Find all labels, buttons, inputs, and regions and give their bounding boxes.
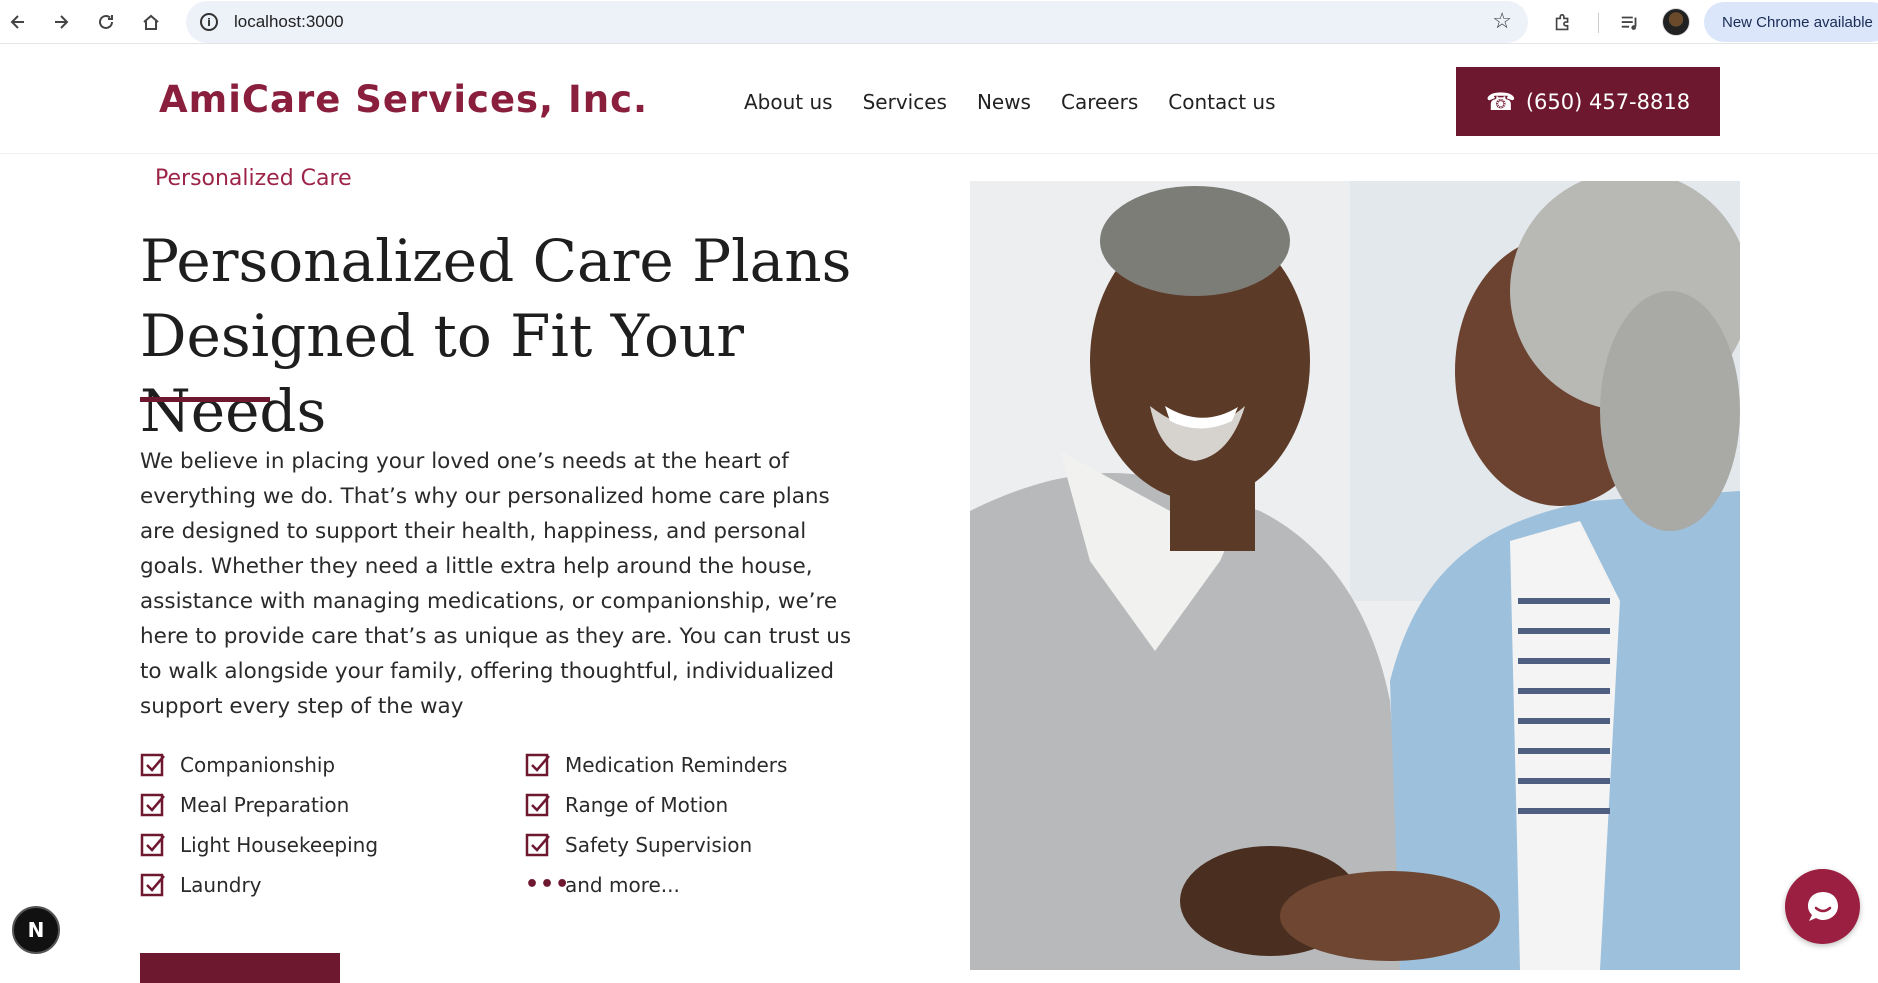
checkbox-icon (525, 833, 550, 857)
chat-icon (1807, 891, 1838, 921)
phone-label: (650) 457-8818 (1525, 89, 1691, 114)
feature-label: Range of Motion (565, 793, 729, 817)
hero-photo (970, 181, 1740, 970)
nav-contact-us[interactable]: Contact us (1168, 90, 1275, 114)
feature-label: Meal Preparation (180, 793, 350, 817)
feature-label: Laundry (180, 873, 262, 897)
profile-avatar[interactable] (1662, 8, 1690, 36)
back-icon[interactable] (2, 6, 34, 38)
title-underline (140, 397, 270, 402)
address-bar[interactable]: i localhost:3000 ☆ (186, 1, 1528, 43)
feature-label: Safety Supervision (565, 833, 753, 857)
nav-careers[interactable]: Careers (1061, 90, 1138, 114)
site-header: AmiCare Services, Inc. About us Services… (0, 44, 1878, 154)
star-icon[interactable]: ☆ (1492, 10, 1512, 32)
more-dots-icon: ••• (525, 872, 571, 897)
toolbar-divider (1598, 13, 1599, 33)
checkbox-icon (140, 833, 165, 857)
checkbox-icon (140, 793, 165, 817)
hero-title: Personalized Care Plans Designed to Fit … (140, 227, 852, 445)
main-nav: About us Services News Careers Contact u… (744, 90, 1276, 114)
feature-item: Meal Preparation (140, 792, 525, 818)
feature-item: Light Housekeeping (140, 832, 525, 858)
phone-button[interactable]: ☎ (650) 457-8818 (1456, 67, 1720, 136)
reload-icon[interactable] (90, 6, 122, 38)
forward-icon[interactable] (45, 6, 77, 38)
feature-item: Medication Reminders (525, 752, 787, 778)
checkbox-icon (140, 753, 165, 777)
feature-item: ••• and more... (525, 872, 780, 898)
feature-label: Medication Reminders (565, 753, 788, 777)
nav-services[interactable]: Services (863, 90, 947, 114)
section-eyebrow: Personalized Care (155, 166, 352, 191)
checkbox-icon (525, 793, 550, 817)
chat-button[interactable] (1785, 869, 1860, 944)
feature-label: Companionship (180, 753, 336, 777)
cta-button[interactable] (140, 953, 340, 983)
info-icon[interactable]: i (200, 13, 218, 31)
extensions-icon[interactable] (1551, 11, 1575, 35)
update-chrome-button[interactable]: New Chrome available (1704, 2, 1878, 42)
nextjs-dev-badge[interactable]: N (12, 906, 60, 954)
hero-intro: We believe in placing your loved one’s n… (140, 449, 852, 719)
checkbox-icon (525, 753, 550, 777)
checkbox-icon (140, 873, 165, 897)
feature-item: Range of Motion (525, 792, 780, 818)
feature-label: and more... (565, 873, 680, 897)
feature-item: Laundry (140, 872, 525, 898)
phone-icon: ☎ (1485, 87, 1516, 116)
nav-news[interactable]: News (977, 90, 1031, 114)
feature-item: Companionship (140, 752, 525, 778)
feature-label: Light Housekeeping (180, 833, 379, 857)
feature-list: Companionship Medication Reminders Meal … (140, 752, 787, 898)
nav-about-us[interactable]: About us (744, 90, 833, 114)
feature-item: Safety Supervision (525, 832, 780, 858)
home-icon[interactable] (135, 6, 167, 38)
url-text: localhost:3000 (234, 12, 344, 31)
site-logo[interactable]: AmiCare Services, Inc. (159, 78, 648, 121)
media-icon[interactable] (1618, 11, 1642, 35)
browser-toolbar: i localhost:3000 ☆ New Chrome available (0, 0, 1878, 44)
